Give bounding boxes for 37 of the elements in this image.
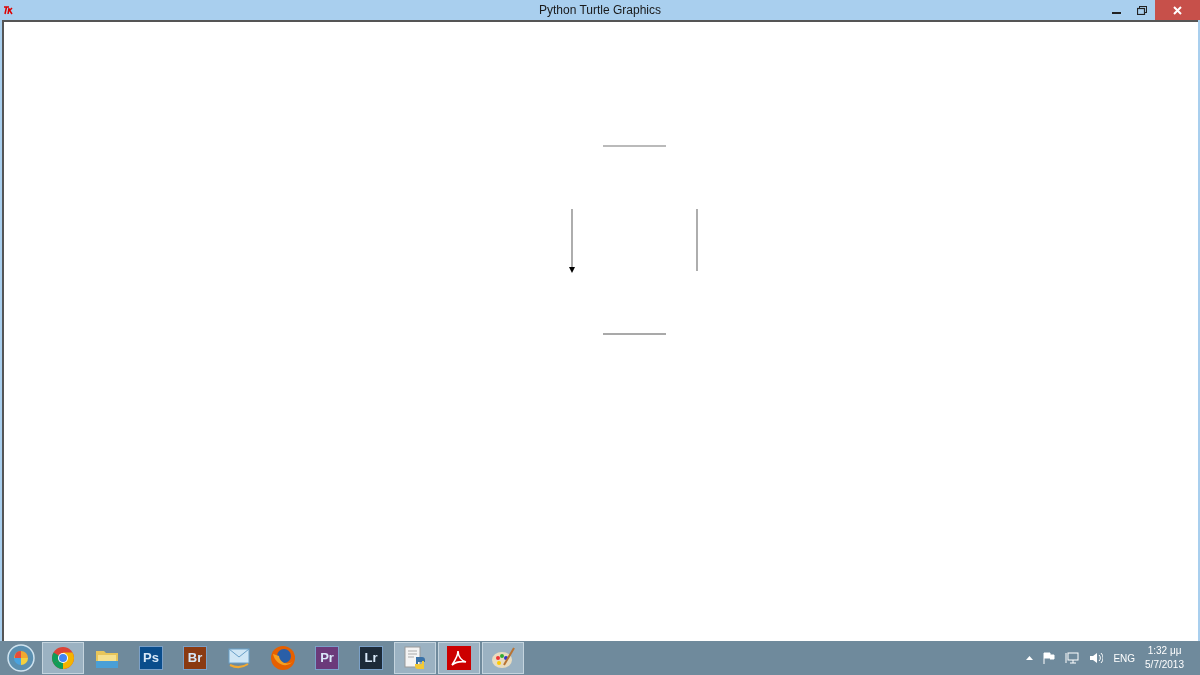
taskbar-app-button[interactable]: Br — [174, 642, 216, 674]
start-orb-icon — [7, 644, 35, 672]
minimize-icon — [1111, 12, 1121, 14]
network-icon[interactable] — [1065, 652, 1080, 664]
app-logo-icon: Ps — [139, 646, 163, 670]
firefox-logo-icon — [270, 645, 296, 671]
paint-palette-icon — [490, 645, 516, 671]
taskbar-app-button[interactable] — [438, 642, 480, 674]
document-python-icon — [402, 645, 428, 671]
restore-icon — [1137, 5, 1147, 15]
clock-date: 5/7/2013 — [1145, 658, 1184, 672]
turtle-arrow-drawing — [569, 208, 575, 273]
speaker-icon[interactable] — [1089, 652, 1104, 664]
tk-logo-icon — [3, 5, 15, 15]
flag-icon[interactable] — [1043, 652, 1056, 664]
app-logo-icon: Br — [183, 646, 207, 670]
clock-time: 1:32 μμ — [1147, 644, 1182, 658]
line-drawing — [602, 145, 667, 147]
line-drawing — [602, 333, 667, 335]
language-indicator[interactable]: ENG — [1113, 650, 1136, 666]
show-hidden-icons-icon[interactable] — [1026, 656, 1034, 660]
envelope-icon — [226, 647, 252, 669]
line-drawing — [696, 208, 698, 272]
pdf-reader-icon — [446, 645, 472, 671]
taskbar-app-button[interactable]: Pr — [306, 642, 348, 674]
window-title: Python Turtle Graphics — [538, 2, 662, 19]
app-logo-icon: Pr — [315, 646, 339, 670]
taskbar-app-button[interactable] — [482, 642, 524, 674]
taskbar-app-button[interactable] — [42, 642, 84, 674]
app-logo-icon: Lr — [359, 646, 383, 670]
chrome-logo-icon — [51, 646, 75, 670]
close-button[interactable] — [1155, 0, 1200, 20]
taskbar-app-button[interactable] — [394, 642, 436, 674]
clock[interactable]: 1:32 μμ 5/7/2013 — [1145, 644, 1184, 672]
taskbar-app-button[interactable]: Lr — [350, 642, 392, 674]
close-icon — [1173, 5, 1182, 15]
taskbar-app-button[interactable]: Ps — [130, 642, 172, 674]
